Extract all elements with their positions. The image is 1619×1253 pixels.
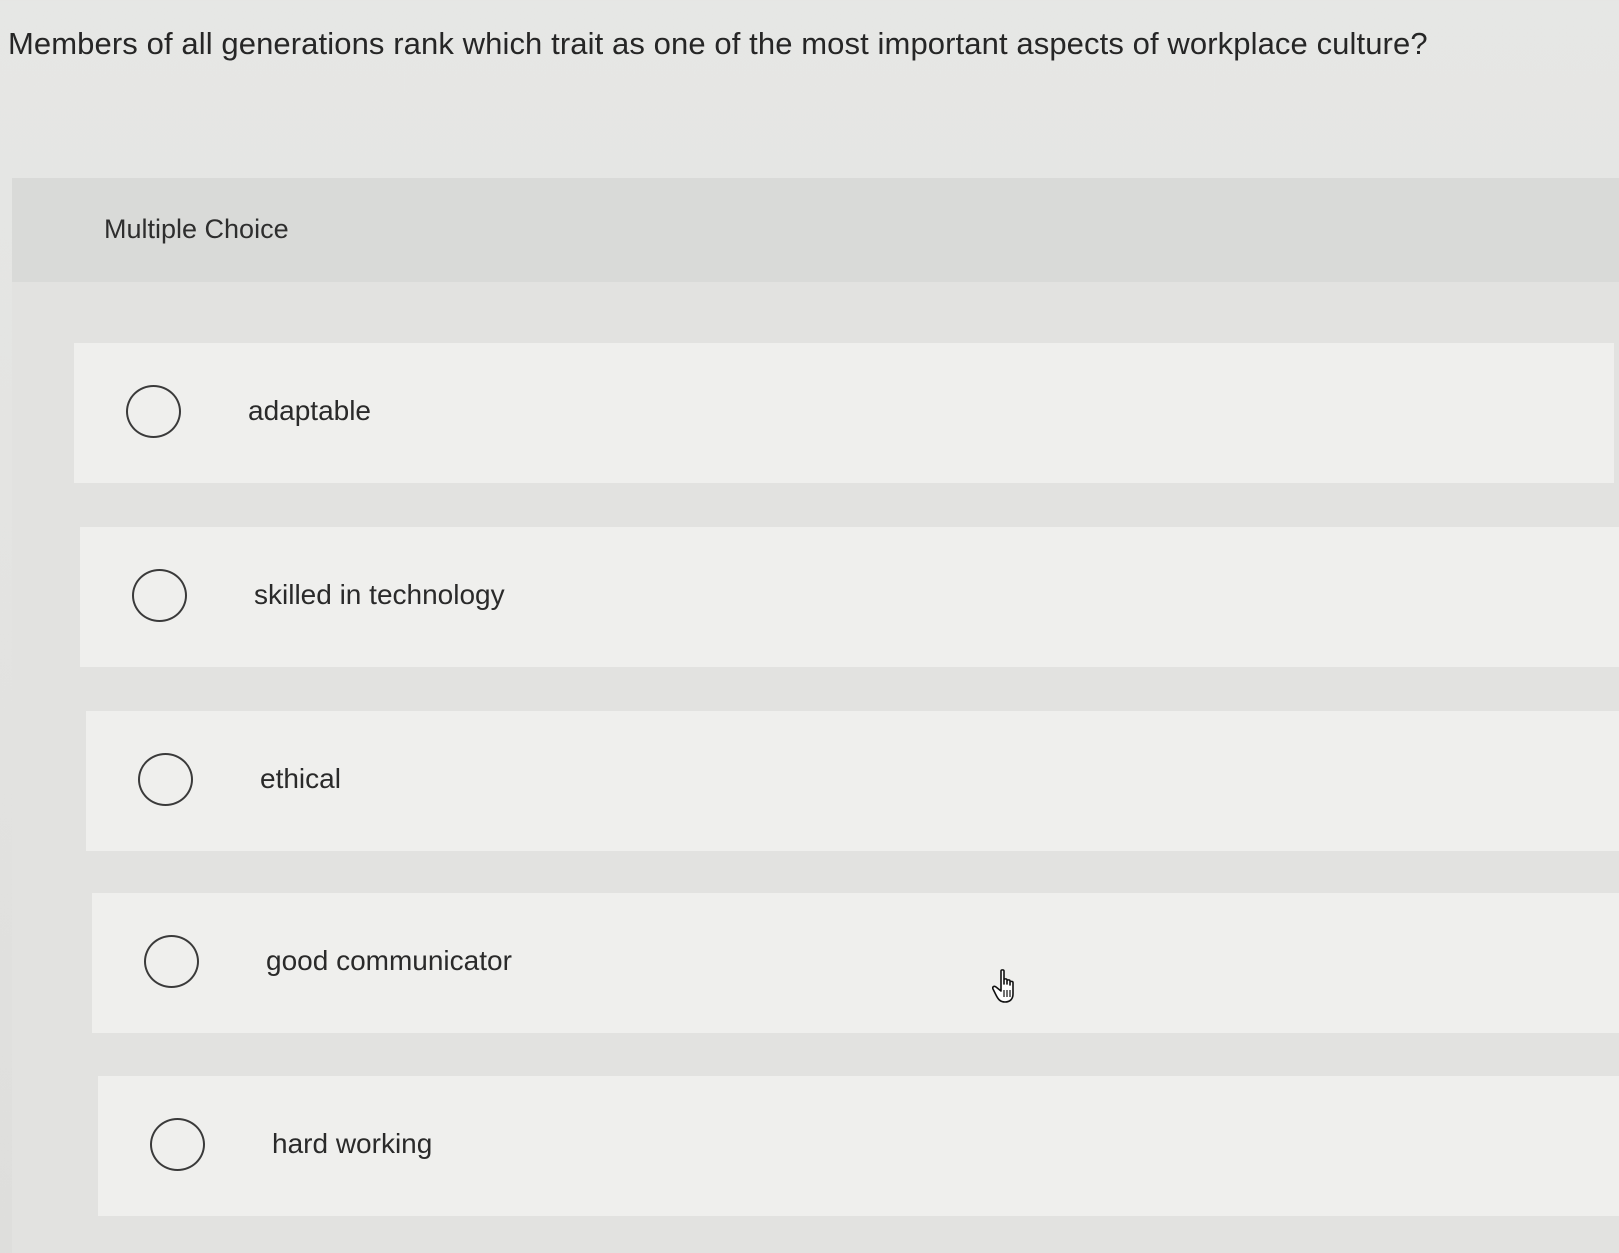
- radio-button[interactable]: [144, 935, 199, 988]
- multiple-choice-panel: Multiple Choice adaptable skilled in tec…: [12, 178, 1619, 1253]
- option-label[interactable]: skilled in technology: [254, 579, 505, 611]
- radio-button[interactable]: [132, 569, 187, 622]
- radio-button[interactable]: [150, 1118, 205, 1171]
- option-adaptable[interactable]: adaptable: [74, 343, 1614, 483]
- option-skilled-in-technology[interactable]: skilled in technology: [80, 527, 1619, 667]
- question-type-label: Multiple Choice: [104, 214, 289, 244]
- panel-header: Multiple Choice: [12, 178, 1619, 282]
- radio-button[interactable]: [138, 753, 193, 806]
- option-hard-working[interactable]: hard working: [98, 1076, 1619, 1216]
- radio-button[interactable]: [126, 385, 181, 438]
- option-ethical[interactable]: ethical: [86, 711, 1619, 851]
- question-text: Members of all generations rank which tr…: [8, 26, 1428, 61]
- option-good-communicator[interactable]: good communicator: [92, 893, 1619, 1033]
- option-label[interactable]: hard working: [272, 1128, 432, 1160]
- option-label[interactable]: good communicator: [266, 945, 512, 977]
- option-label[interactable]: ethical: [260, 763, 341, 795]
- hand-pointer-icon: [992, 969, 1014, 1003]
- option-label[interactable]: adaptable: [248, 395, 371, 427]
